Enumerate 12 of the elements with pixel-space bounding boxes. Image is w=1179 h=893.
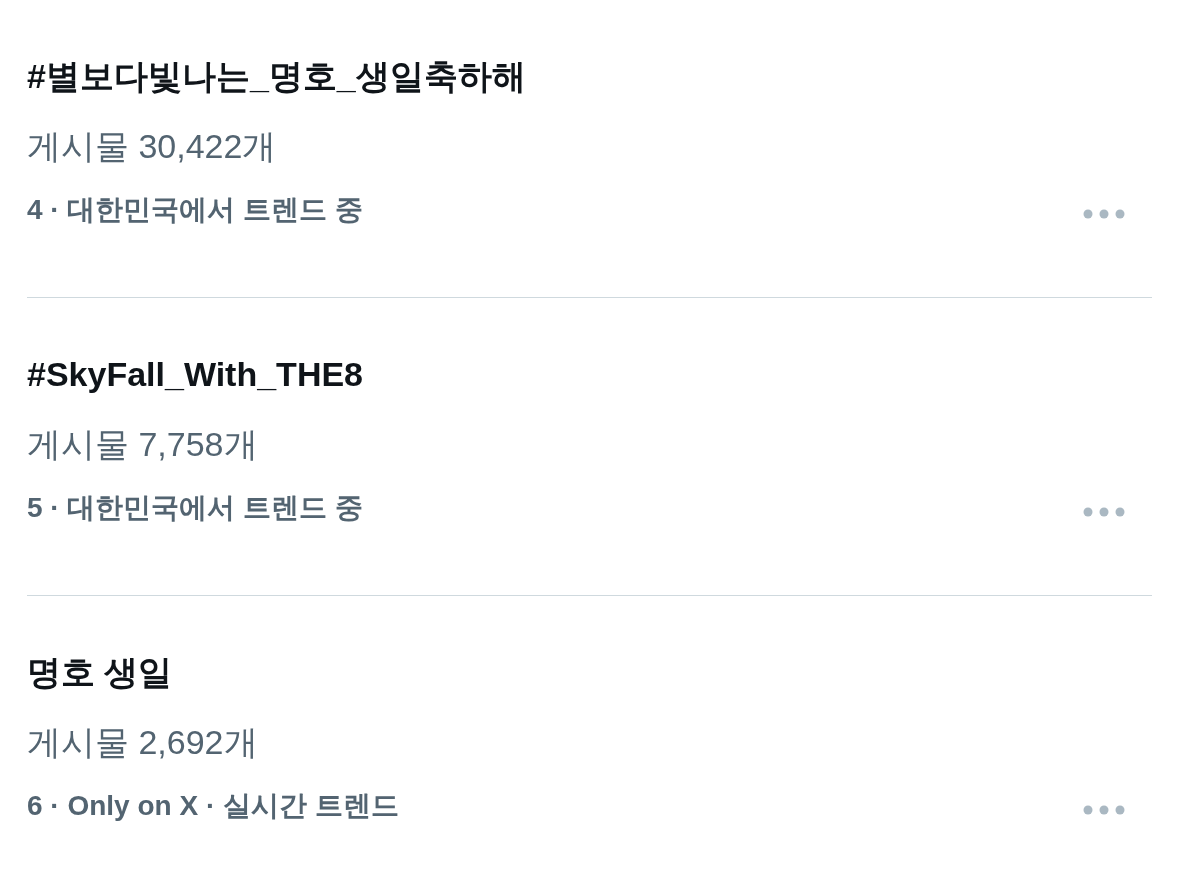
trend-title[interactable]: #SkyFall_With_THE8 [27, 350, 364, 398]
trend-title[interactable]: 명호 생일 [27, 648, 173, 696]
more-options-icon [1083, 805, 1125, 815]
trend-context: 5 · 대한민국에서 트렌드 중 [27, 491, 363, 525]
post-count: 게시물 7,758개 [27, 424, 258, 465]
trend-title[interactable]: #별보다빛나는_명호_생일축하해 [27, 52, 526, 100]
more-options-icon [1083, 507, 1125, 517]
post-count: 게시물 2,692개 [27, 722, 258, 763]
post-count: 게시물 30,422개 [27, 126, 277, 167]
more-options-icon [1083, 209, 1125, 219]
trend-context: 6 · Only on X · 실시간 트렌드 [27, 789, 399, 823]
trend-context: 4 · 대한민국에서 트렌드 중 [27, 193, 363, 227]
